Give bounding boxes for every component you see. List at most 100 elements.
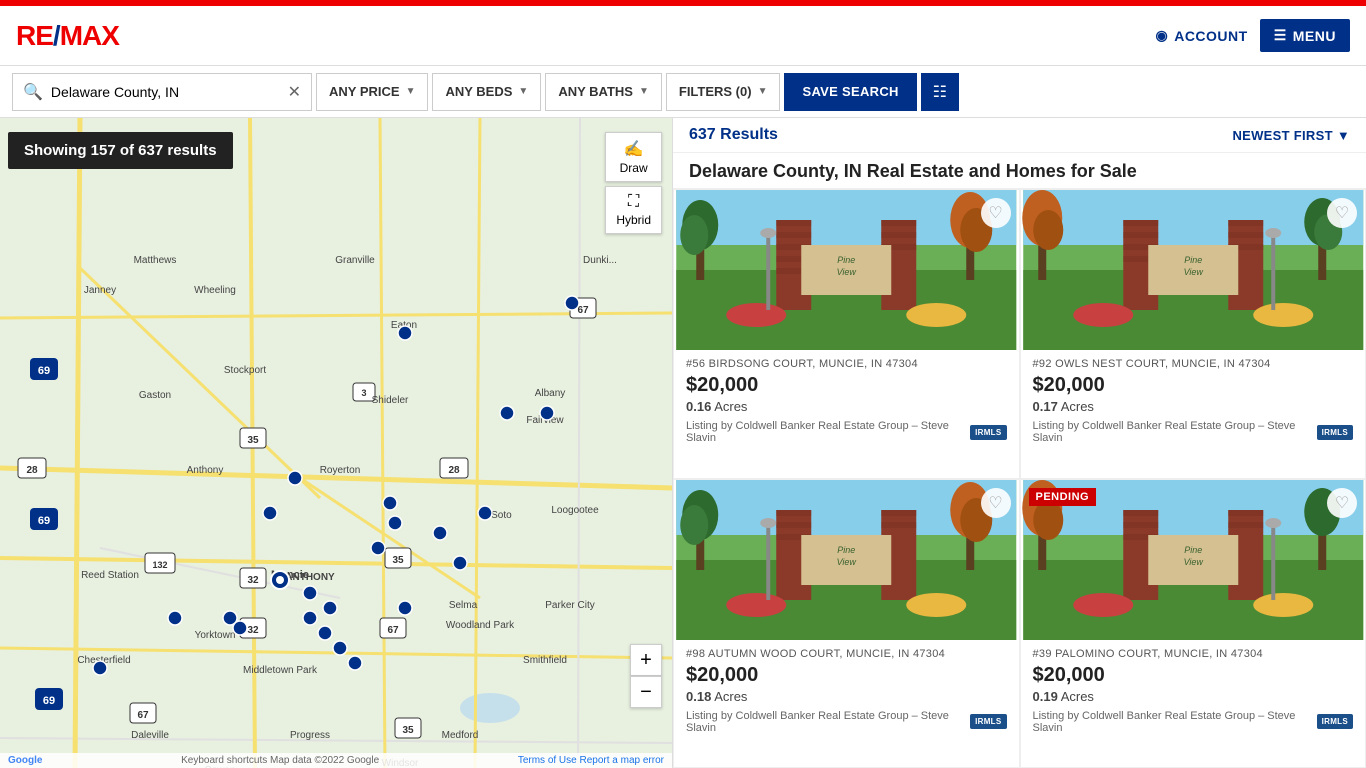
svg-text:View: View — [837, 267, 857, 277]
draw-icon: ✍ — [624, 139, 644, 159]
listing-card[interactable]: Pine View ♡ #92 OWLS NEST COURT, Muncie,… — [1020, 189, 1366, 479]
svg-text:69: 69 — [43, 695, 55, 707]
svg-text:Parker City: Parker City — [545, 600, 594, 611]
listing-address: #56 BIRDSONG COURT, Muncie, IN 47304 — [686, 358, 1007, 370]
favorite-button[interactable]: ♡ — [981, 488, 1011, 518]
svg-text:Pine: Pine — [1184, 255, 1202, 265]
zoom-in-button[interactable]: + — [630, 644, 662, 676]
svg-text:67: 67 — [137, 710, 149, 721]
beds-dropdown[interactable]: ANY BEDS ▼ — [432, 73, 541, 111]
svg-text:67: 67 — [387, 625, 399, 636]
clear-icon[interactable]: ✕ — [288, 82, 301, 102]
beds-label: ANY BEDS — [445, 84, 512, 99]
svg-text:Janney: Janney — [84, 285, 116, 296]
draw-label: Draw — [620, 161, 648, 175]
hybrid-icon: ⛶ — [628, 193, 639, 211]
main-layout: Showing 157 of 637 results ✍ Draw ⛶ Hybr… — [0, 118, 1366, 768]
sort-chevron-icon: ▼ — [1337, 128, 1350, 143]
agent-name: Listing by Coldwell Banker Real Estate G… — [1033, 710, 1317, 734]
svg-text:Progress: Progress — [290, 730, 330, 741]
svg-text:35: 35 — [402, 725, 414, 736]
svg-text:35: 35 — [247, 435, 259, 446]
listing-details: 0.19 Acres — [1033, 689, 1354, 704]
listing-price: $20,000 — [686, 374, 1007, 397]
listing-details: 0.17 Acres — [1033, 399, 1354, 414]
listing-agent: Listing by Coldwell Banker Real Estate G… — [686, 710, 1007, 734]
agent-name: Listing by Coldwell Banker Real Estate G… — [686, 420, 970, 444]
hybrid-button[interactable]: ⛶ Hybrid — [605, 186, 662, 234]
pending-badge: PENDING — [1029, 488, 1097, 506]
zoom-out-button[interactable]: − — [630, 676, 662, 708]
listings-grid: Pine View ♡ #56 BIRDSONG COURT, Muncie, … — [673, 189, 1366, 768]
results-count: 637 Results — [689, 126, 778, 144]
favorite-button[interactable]: ♡ — [1327, 488, 1357, 518]
map-attribution: Keyboard shortcuts Map data ©2022 Google — [181, 755, 379, 766]
chevron-down-icon: ▼ — [406, 86, 416, 97]
draw-button[interactable]: ✍ Draw — [605, 132, 662, 182]
google-logo: Google — [8, 755, 42, 766]
listing-info: #92 OWLS NEST COURT, Muncie, IN 47304 $2… — [1021, 350, 1366, 452]
listing-agent: Listing by Coldwell Banker Real Estate G… — [1033, 710, 1354, 734]
map-footer: Google Keyboard shortcuts Map data ©2022… — [0, 753, 672, 768]
listing-address: #98 AUTUMN WOOD COURT, Muncie, IN 47304 — [686, 648, 1007, 660]
listing-price: $20,000 — [1033, 664, 1354, 687]
header: RE/MAX ◉ ACCOUNT ☰ MENU — [0, 6, 1366, 66]
agent-name: Listing by Coldwell Banker Real Estate G… — [686, 710, 970, 734]
svg-text:Shideler: Shideler — [372, 395, 409, 406]
svg-text:132: 132 — [152, 560, 167, 570]
svg-text:Pine: Pine — [1184, 545, 1202, 555]
filters-dropdown[interactable]: FILTERS (0) ▼ — [666, 73, 781, 111]
listing-image: Pine View — [674, 190, 1019, 350]
sort-button[interactable]: NEWEST FIRST ▼ — [1232, 128, 1350, 143]
account-icon: ◉ — [1155, 27, 1168, 44]
svg-text:Matthews: Matthews — [134, 255, 177, 266]
results-panel: 637 Results NEWEST FIRST ▼ Delaware Coun… — [672, 118, 1366, 768]
listing-details: 0.18 Acres — [686, 689, 1007, 704]
svg-text:Yorktown: Yorktown — [195, 630, 236, 641]
chevron-down-icon: ▼ — [639, 86, 649, 97]
svg-text:Dunki...: Dunki... — [583, 255, 617, 266]
hybrid-label: Hybrid — [616, 213, 651, 227]
svg-text:Daleville: Daleville — [131, 730, 169, 741]
map-tooltip-text: Showing 157 of 637 results — [24, 142, 217, 159]
svg-text:Wheeling: Wheeling — [194, 285, 236, 296]
chevron-down-icon: ▼ — [758, 86, 768, 97]
chevron-down-icon: ▼ — [518, 86, 528, 97]
map-controls: ✍ Draw ⛶ Hybrid — [605, 132, 662, 234]
svg-text:Selma: Selma — [449, 600, 478, 611]
baths-dropdown[interactable]: ANY BATHS ▼ — [545, 73, 662, 111]
listing-price: $20,000 — [1033, 374, 1354, 397]
svg-text:ANTHONY: ANTHONY — [285, 572, 335, 583]
listing-card[interactable]: Pine View PENDING ♡ #39 PALOMINO COURT, … — [1020, 479, 1366, 768]
svg-text:Pine: Pine — [837, 255, 855, 265]
agent-logo: IRMLS — [1317, 714, 1353, 729]
listing-agent: Listing by Coldwell Banker Real Estate G… — [1033, 420, 1354, 444]
agent-name: Listing by Coldwell Banker Real Estate G… — [1033, 420, 1317, 444]
svg-text:35: 35 — [392, 555, 404, 566]
price-dropdown[interactable]: ANY PRICE ▼ — [316, 73, 428, 111]
search-input-wrap: 🔍 ✕ — [12, 73, 312, 111]
menu-button[interactable]: ☰ MENU — [1260, 19, 1350, 52]
favorite-button[interactable]: ♡ — [1327, 198, 1357, 228]
svg-text:View: View — [1183, 267, 1203, 277]
svg-text:69: 69 — [38, 365, 50, 377]
save-search-button[interactable]: SAVE SEARCH — [784, 73, 916, 111]
svg-text:Middletown Park: Middletown Park — [243, 665, 318, 676]
svg-text:Smithfield: Smithfield — [523, 655, 567, 666]
listing-address: #92 OWLS NEST COURT, Muncie, IN 47304 — [1033, 358, 1354, 370]
account-label: ACCOUNT — [1174, 28, 1248, 44]
map-view-button[interactable]: ☷ — [921, 73, 959, 111]
listing-card[interactable]: Pine View ♡ #98 AUTUMN WOOD COURT, Munci… — [673, 479, 1020, 768]
listing-agent: Listing by Coldwell Banker Real Estate G… — [686, 420, 1007, 444]
menu-label: MENU — [1293, 28, 1336, 44]
favorite-button[interactable]: ♡ — [981, 198, 1011, 228]
account-button[interactable]: ◉ ACCOUNT — [1155, 27, 1247, 44]
svg-text:View: View — [1183, 557, 1203, 567]
svg-text:Reed Station: Reed Station — [81, 570, 139, 581]
listing-details: 0.16 Acres — [686, 399, 1007, 414]
svg-text:3: 3 — [361, 388, 366, 398]
listing-card[interactable]: Pine View ♡ #56 BIRDSONG COURT, Muncie, … — [673, 189, 1020, 479]
search-input[interactable] — [51, 84, 280, 100]
listing-address: #39 PALOMINO COURT, Muncie, IN 47304 — [1033, 648, 1354, 660]
baths-label: ANY BATHS — [558, 84, 633, 99]
